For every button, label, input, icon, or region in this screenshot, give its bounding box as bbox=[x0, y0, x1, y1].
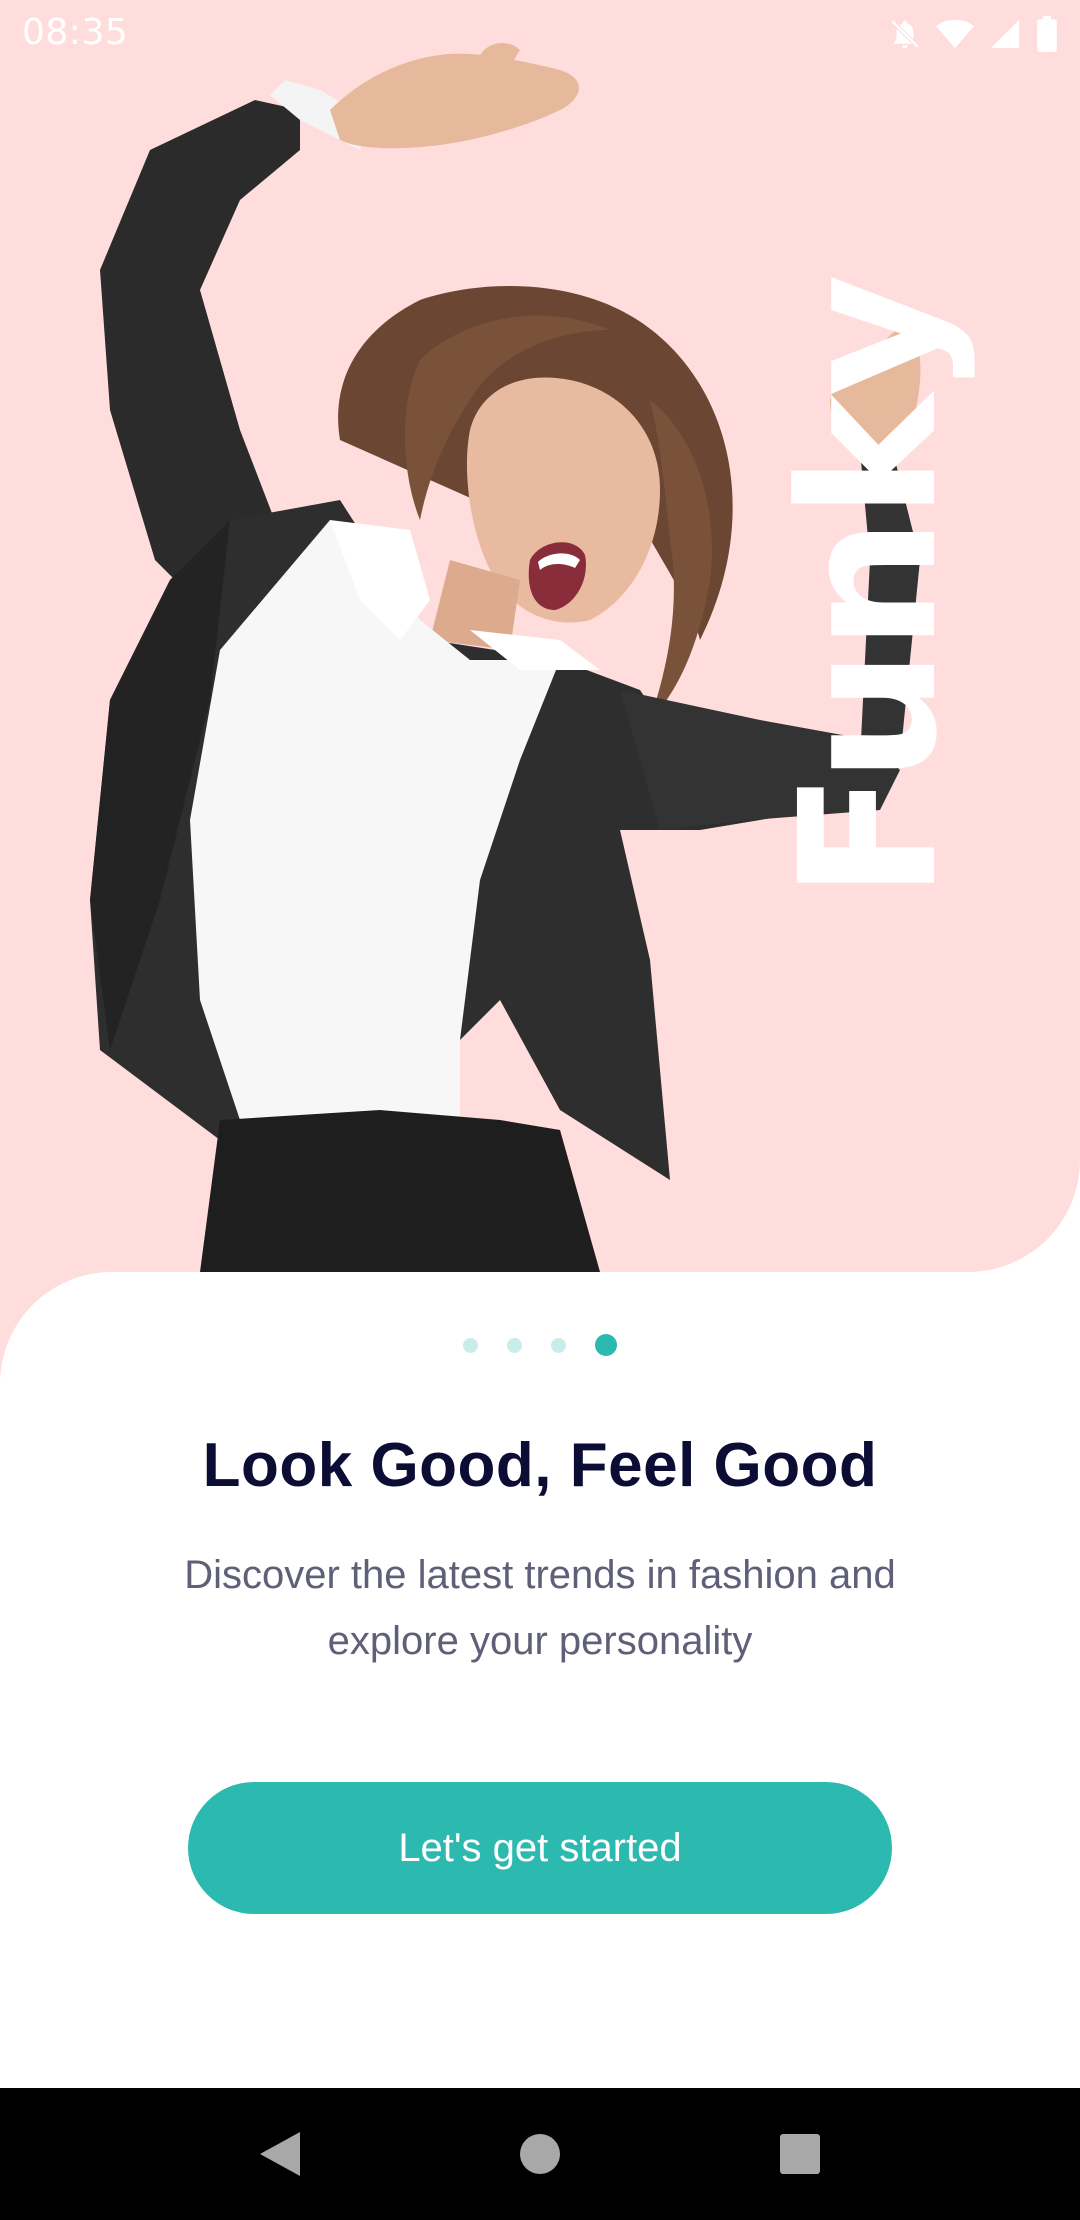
pager-dot[interactable] bbox=[507, 1337, 522, 1353]
wifi-icon bbox=[936, 17, 974, 51]
pager-dot-active[interactable] bbox=[595, 1334, 617, 1356]
onboarding-card: Look Good, Feel Good Discover the latest… bbox=[0, 1272, 1080, 2088]
pager-dot[interactable] bbox=[463, 1337, 478, 1353]
system-navigation-bar bbox=[0, 2088, 1080, 2220]
notifications-off-icon bbox=[888, 17, 922, 51]
cellular-signal-icon bbox=[988, 17, 1022, 51]
pager-dot[interactable] bbox=[551, 1337, 566, 1353]
onboarding-subtitle: Discover the latest trends in fashion an… bbox=[184, 1553, 896, 1663]
pager-dots bbox=[0, 1334, 1080, 1356]
recents-icon[interactable] bbox=[770, 2124, 830, 2184]
home-icon[interactable] bbox=[510, 2124, 570, 2184]
status-time: 08:35 bbox=[22, 12, 129, 53]
hero-vertical-word: Funky bbox=[760, 275, 979, 900]
hero-section: Funky bbox=[0, 0, 1080, 1272]
back-icon[interactable] bbox=[250, 2124, 310, 2184]
onboarding-title: Look Good, Feel Good bbox=[202, 1431, 878, 1500]
status-bar: 08:35 bbox=[0, 0, 1080, 66]
battery-icon bbox=[1036, 16, 1058, 52]
get-started-button[interactable]: Let's get started bbox=[188, 1782, 892, 1914]
